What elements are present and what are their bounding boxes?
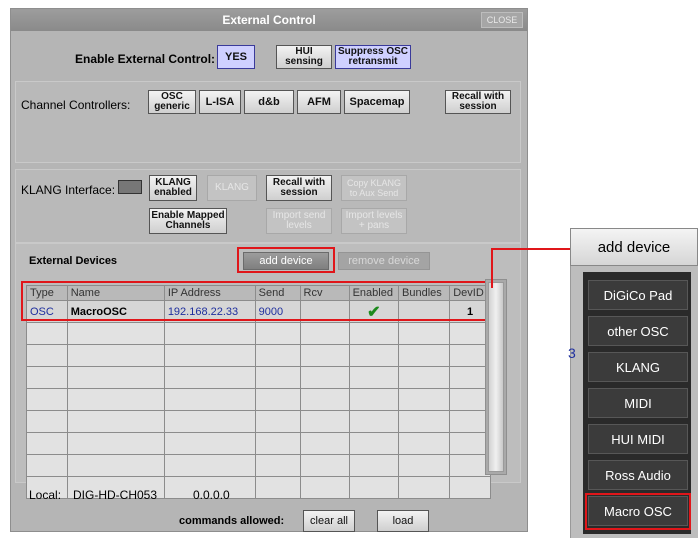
commands-allowed-label: commands allowed: bbox=[179, 515, 285, 527]
callout-line-horizontal bbox=[491, 248, 573, 250]
enable-external-control-label: Enable External Control: bbox=[75, 52, 216, 66]
copy-klang-button[interactable]: Copy KLANG to Aux Send bbox=[341, 175, 407, 201]
popup-add-device-button[interactable]: add device bbox=[570, 228, 698, 266]
hui-sensing-button[interactable]: HUI sensing bbox=[276, 45, 332, 69]
close-button[interactable]: CLOSE bbox=[481, 12, 523, 28]
klang-enabled-button[interactable]: KLANG enabled bbox=[149, 175, 197, 201]
title-bar: External Control CLOSE bbox=[11, 9, 527, 31]
table-row-empty bbox=[26, 388, 491, 411]
local-ip: 0.0.0.0 bbox=[193, 488, 230, 502]
menu-item-digico-pad[interactable]: DiGiCo Pad bbox=[588, 280, 688, 310]
klang-disabled-button[interactable]: KLANG bbox=[207, 175, 257, 201]
remove-device-button[interactable]: remove device bbox=[338, 252, 430, 270]
spacemap-button[interactable]: Spacemap bbox=[344, 90, 410, 114]
channel-recall-with-session-button[interactable]: Recall with session bbox=[445, 90, 511, 114]
l-isa-button[interactable]: L-ISA bbox=[199, 90, 241, 114]
menu-item-midi[interactable]: MIDI bbox=[588, 388, 688, 418]
device-row-highlight bbox=[21, 281, 495, 321]
klang-interface-label: KLANG Interface: bbox=[21, 183, 116, 197]
macro-osc-highlight bbox=[585, 493, 691, 530]
enable-mapped-channels-button[interactable]: Enable Mapped Channels bbox=[149, 208, 227, 234]
klang-color-swatch[interactable] bbox=[118, 180, 142, 194]
table-row-empty bbox=[26, 366, 491, 389]
table-row-empty bbox=[26, 344, 491, 367]
clear-all-button[interactable]: clear all bbox=[303, 510, 355, 532]
klang-recall-with-session-button[interactable]: Recall with session bbox=[266, 175, 332, 201]
scrollbar-thumb[interactable] bbox=[488, 282, 504, 472]
suppress-osc-button[interactable]: Suppress OSC retransmit bbox=[335, 45, 411, 69]
import-send-levels-button[interactable]: Import send levels bbox=[266, 208, 332, 234]
osc-generic-button[interactable]: OSC generic bbox=[148, 90, 196, 114]
menu-item-hui-midi[interactable]: HUI MIDI bbox=[588, 424, 688, 454]
db-button[interactable]: d&b bbox=[244, 90, 294, 114]
load-button[interactable]: load bbox=[377, 510, 429, 532]
callout-line-vertical bbox=[491, 248, 493, 288]
table-row-empty bbox=[26, 410, 491, 433]
table-row-empty bbox=[26, 454, 491, 477]
table-scrollbar[interactable] bbox=[485, 279, 507, 475]
external-control-window: External Control CLOSE Enable External C… bbox=[10, 8, 528, 532]
menu-item-other-osc[interactable]: other OSC bbox=[588, 316, 688, 346]
table-row-empty bbox=[26, 322, 491, 345]
partial-ip-text: 3 bbox=[568, 345, 576, 361]
enable-yes-button[interactable]: YES bbox=[217, 45, 255, 69]
local-label: Local: bbox=[29, 488, 62, 502]
window-title: External Control bbox=[222, 13, 316, 27]
external-devices-title: External Devices bbox=[29, 255, 118, 267]
afm-button[interactable]: AFM bbox=[297, 90, 341, 114]
add-device-button[interactable]: add device bbox=[243, 252, 329, 270]
channel-controllers-label: Channel Controllers: bbox=[21, 98, 131, 112]
import-levels-pans-button[interactable]: Import levels + pans bbox=[341, 208, 407, 234]
table-row-empty bbox=[26, 432, 491, 455]
menu-item-klang[interactable]: KLANG bbox=[588, 352, 688, 382]
local-host: DIG-HD-CH053 bbox=[73, 488, 158, 502]
menu-item-ross-audio[interactable]: Ross Audio bbox=[588, 460, 688, 490]
